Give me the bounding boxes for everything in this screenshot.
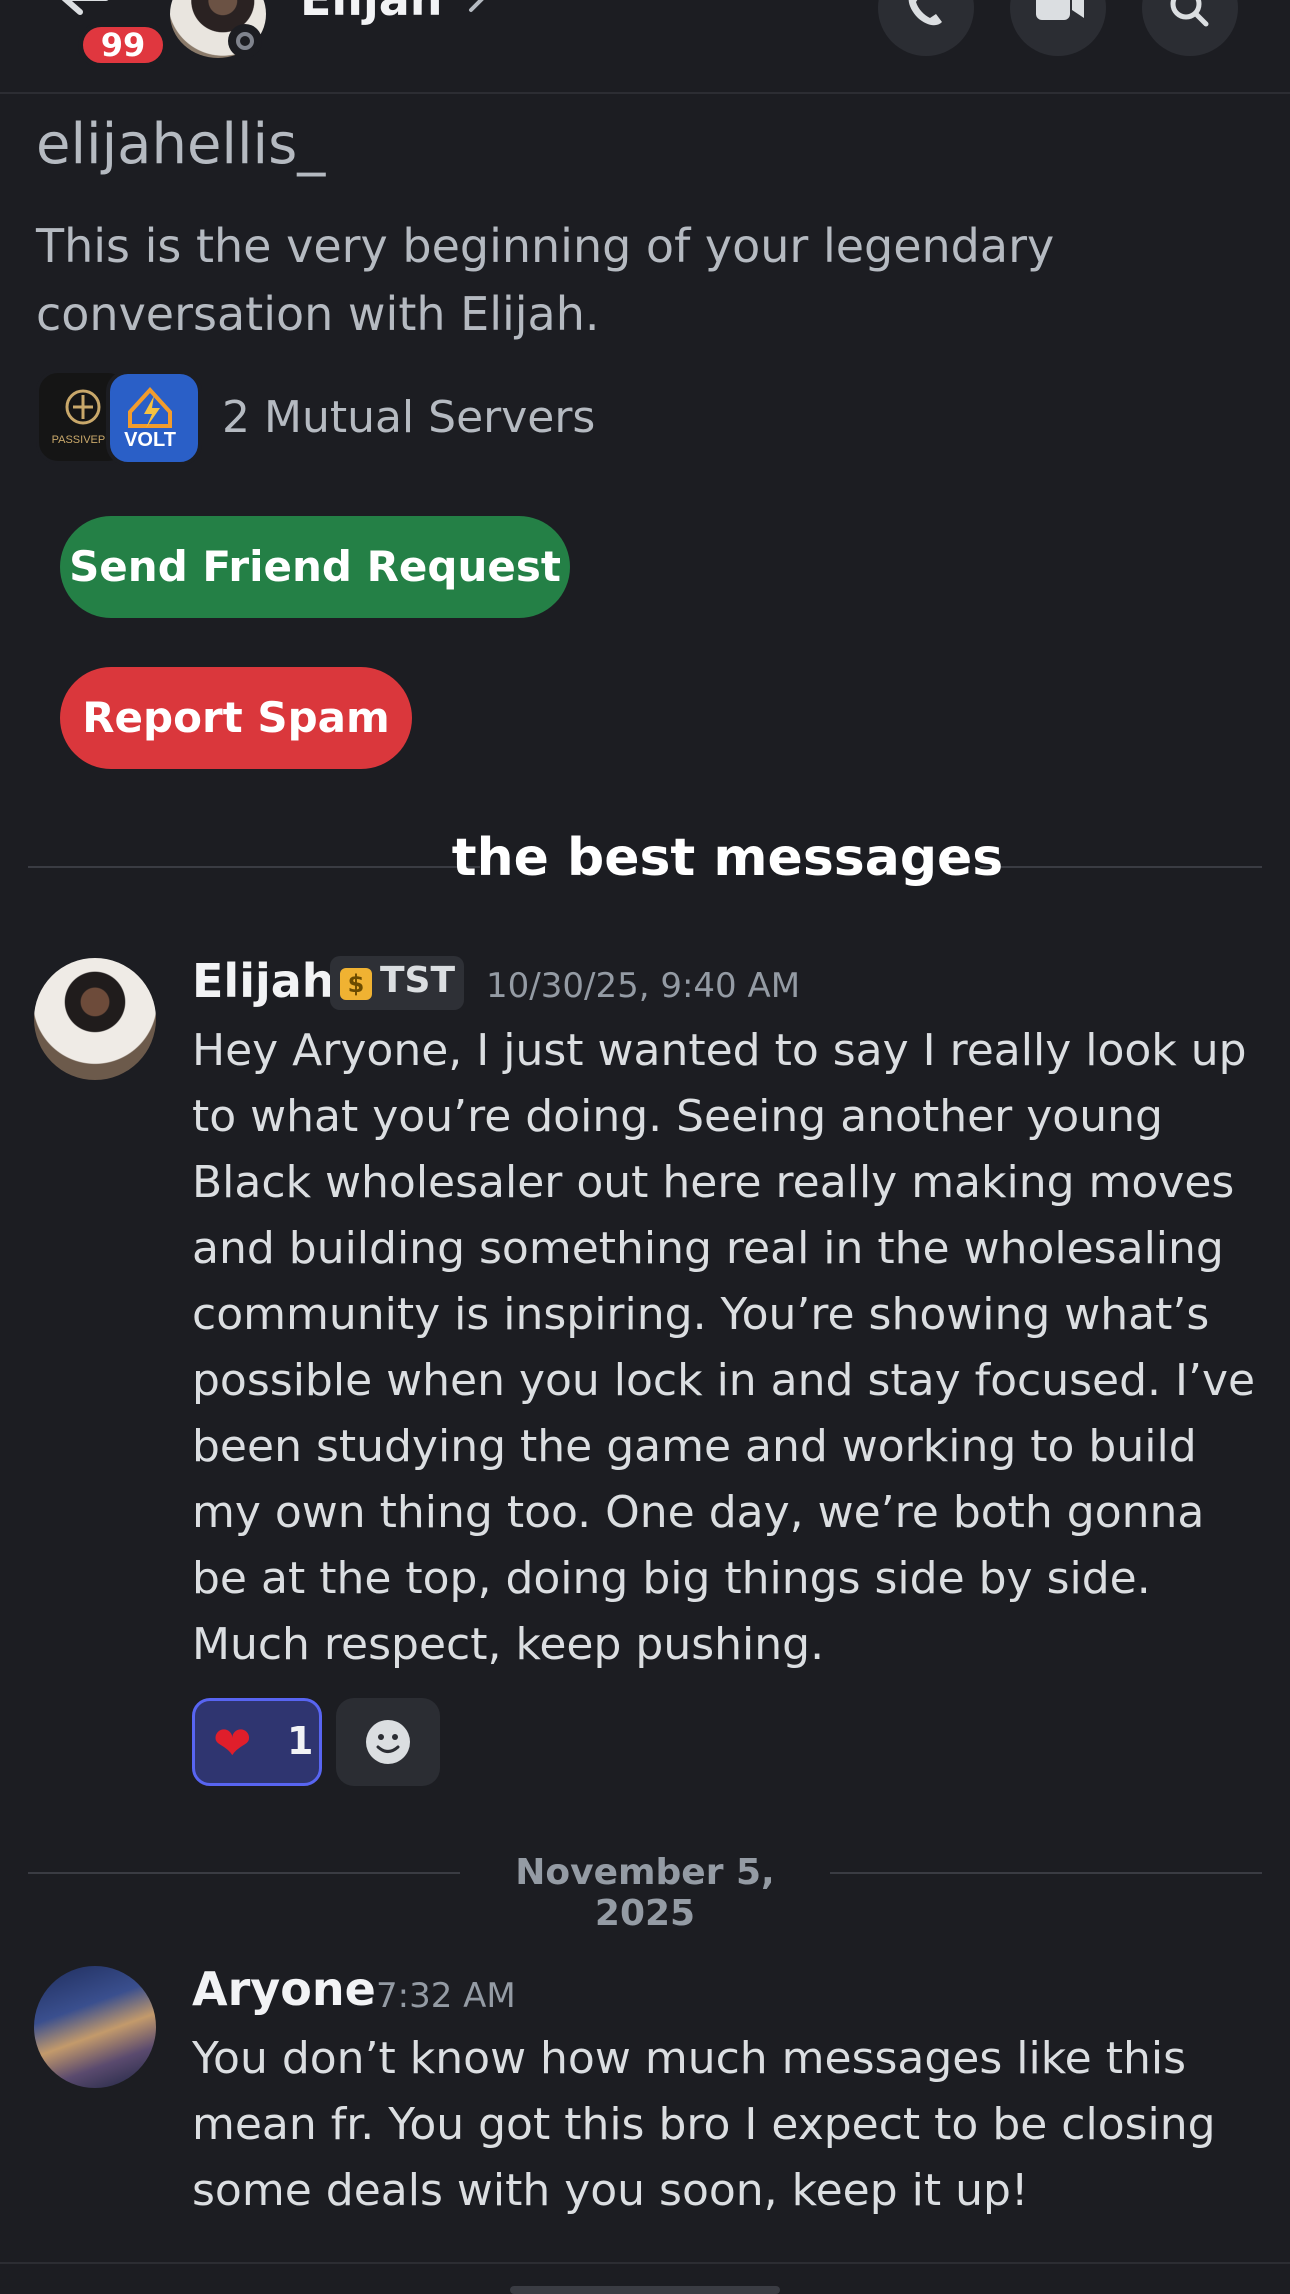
search-icon: [1170, 0, 1209, 27]
avatar-aryone[interactable]: [34, 1966, 156, 2088]
message-text: You don’t know how much messages like th…: [192, 2033, 1216, 2216]
overlay-caption: the best messages: [451, 828, 1004, 888]
top-bar: 99 Elijah: [0, 0, 1290, 94]
unread-badge: 99: [78, 22, 168, 68]
bolt-icon: VOLT: [124, 387, 176, 451]
conversation-intro-text: This is the very beginning of your legen…: [36, 219, 1055, 341]
message-author[interactable]: Elijah: [192, 954, 335, 1008]
server-passive-label: PASSIVEPIL: [52, 434, 115, 446]
video-call-button[interactable]: [1010, 0, 1106, 56]
message-timestamp: 7:32 AM: [376, 1976, 516, 2016]
mutual-servers-label: 2 Mutual Servers: [222, 392, 596, 443]
server-tag-text: TST: [380, 960, 456, 1001]
heart-reaction[interactable]: ❤ 1: [192, 1698, 322, 1786]
profile-username: elijahellis_: [36, 112, 326, 177]
server-icon-volt: VOLT: [106, 370, 202, 466]
back-arrow-icon[interactable]: [54, 0, 114, 18]
message-author[interactable]: Aryone: [192, 1962, 376, 2016]
chevron-right-icon[interactable]: [466, 0, 488, 14]
search-button[interactable]: [1142, 0, 1238, 56]
call-button[interactable]: [878, 0, 974, 56]
add-reaction-button[interactable]: [336, 1698, 440, 1786]
message-timestamp: 10/30/25, 9:40 AM: [486, 966, 801, 1006]
date-divider-label: November 5, 2025: [460, 1852, 830, 1934]
tag-icon: $: [340, 968, 372, 1000]
offline-status-icon: [228, 24, 262, 58]
heart-icon: ❤: [213, 1716, 252, 1770]
video-icon: [1036, 0, 1084, 20]
avatar-elijah[interactable]: [34, 958, 156, 1080]
server-volt-label: VOLT: [124, 429, 176, 451]
smiley-icon: [366, 1720, 410, 1764]
header-title[interactable]: Elijah: [300, 0, 443, 26]
message-text: Hey Aryone, I just wanted to say I reall…: [192, 1025, 1256, 1670]
composer-divider: [0, 2262, 1290, 2264]
reaction-count: 1: [287, 1719, 314, 1763]
server-tag-badge[interactable]: $ TST: [330, 956, 464, 1010]
send-friend-request-button[interactable]: Send Friend Request: [60, 516, 570, 618]
report-spam-button[interactable]: Report Spam: [60, 667, 412, 769]
phone-icon: [908, 0, 942, 26]
mutual-servers-row[interactable]: PASSIVEPIL VOLT 2 Mutual Servers: [36, 370, 736, 466]
